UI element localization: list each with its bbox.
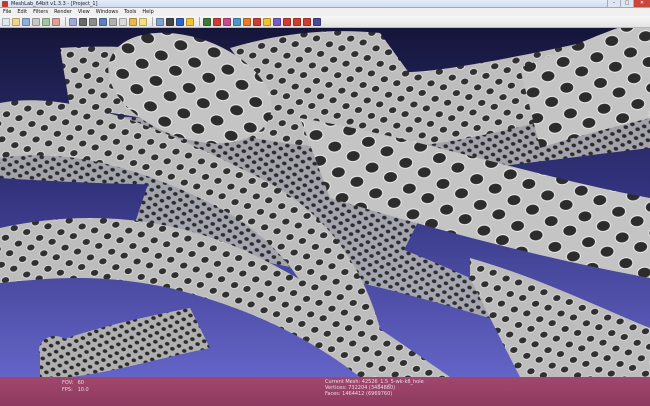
pick-points-icon[interactable] — [213, 17, 221, 26]
menu-tools[interactable]: Tools — [121, 8, 139, 16]
menu-help[interactable]: Help — [139, 8, 156, 16]
toolbar-separator — [65, 17, 66, 26]
faces-count: Faces: 1464412 (6969760) — [325, 391, 393, 397]
snapshot-icon[interactable] — [69, 17, 77, 26]
smooth-render-icon[interactable] — [119, 17, 127, 26]
import-mesh-icon[interactable] — [32, 17, 40, 26]
select-connected-icon[interactable] — [283, 17, 291, 26]
layer-dialog-icon[interactable] — [176, 17, 184, 26]
backface-icon[interactable] — [156, 17, 164, 26]
3d-viewport[interactable] — [0, 28, 650, 377]
trackball-icon[interactable] — [166, 17, 174, 26]
menu-view[interactable]: View — [75, 8, 93, 16]
mesh-info: Current Mesh: 42526_1.5_5-wk-k8_hole Ver… — [325, 379, 424, 397]
measure-icon[interactable] — [203, 17, 211, 26]
menu-render[interactable]: Render — [51, 8, 75, 16]
toolbar-separator — [152, 17, 153, 26]
filter-icon[interactable] — [313, 17, 321, 26]
fps-label: FPS: — [62, 387, 73, 393]
hidden-lines-icon[interactable] — [99, 17, 107, 26]
menu-file[interactable]: File — [0, 8, 14, 16]
window-controls: – □ ✕ — [607, 0, 650, 8]
fov-value: 60 — [77, 380, 84, 386]
light-icon[interactable] — [139, 17, 147, 26]
texture-icon[interactable] — [129, 17, 137, 26]
fov-label: FOV: — [62, 380, 74, 386]
save-icon[interactable] — [22, 17, 30, 26]
wireframe-render-icon[interactable] — [89, 17, 97, 26]
main-toolbar — [0, 16, 650, 28]
open-icon[interactable] — [12, 17, 20, 26]
points-render-icon[interactable] — [79, 17, 87, 26]
window-title: MeshLab_64bit v1.3.3 - [Project_1] — [11, 0, 98, 7]
fov-row: FOV: 60 — [62, 380, 89, 387]
mesh-render[interactable] — [0, 28, 650, 377]
select-vertices-icon[interactable] — [223, 17, 231, 26]
view-info: FOV: 60 FPS: 10.0 — [62, 380, 89, 394]
fps-row: FPS: 10.0 — [62, 387, 89, 394]
delete-vertices-icon[interactable] — [303, 17, 311, 26]
close-button[interactable]: ✕ — [633, 0, 650, 7]
maximize-button[interactable]: □ — [620, 0, 633, 7]
flat-render-icon[interactable] — [109, 17, 117, 26]
menu-edit[interactable]: Edit — [14, 8, 30, 16]
toolbar-separator — [199, 17, 200, 26]
paint-icon[interactable] — [243, 17, 251, 26]
align-icon[interactable] — [253, 17, 261, 26]
menu-bar: File Edit Filters Render View Windows To… — [0, 8, 650, 16]
new-project-icon[interactable] — [2, 17, 10, 26]
color-icon[interactable] — [263, 17, 271, 26]
delete-faces-icon[interactable] — [293, 17, 301, 26]
info-icon[interactable] — [186, 17, 194, 26]
export-mesh-icon[interactable] — [42, 17, 50, 26]
meshlab-logo-icon — [2, 0, 8, 7]
quality-icon[interactable] — [273, 17, 281, 26]
title-bar: MeshLab_64bit v1.3.3 - [Project_1] – □ ✕ — [0, 0, 650, 8]
info-panel: FOV: 60 FPS: 10.0 Current Mesh: 42526_1.… — [0, 377, 650, 406]
minimize-button[interactable]: – — [607, 0, 620, 7]
menu-windows[interactable]: Windows — [93, 8, 121, 16]
fps-value: 10.0 — [77, 387, 89, 393]
select-faces-icon[interactable] — [233, 17, 241, 26]
reload-icon[interactable] — [52, 17, 60, 26]
menu-filters[interactable]: Filters — [30, 8, 51, 16]
